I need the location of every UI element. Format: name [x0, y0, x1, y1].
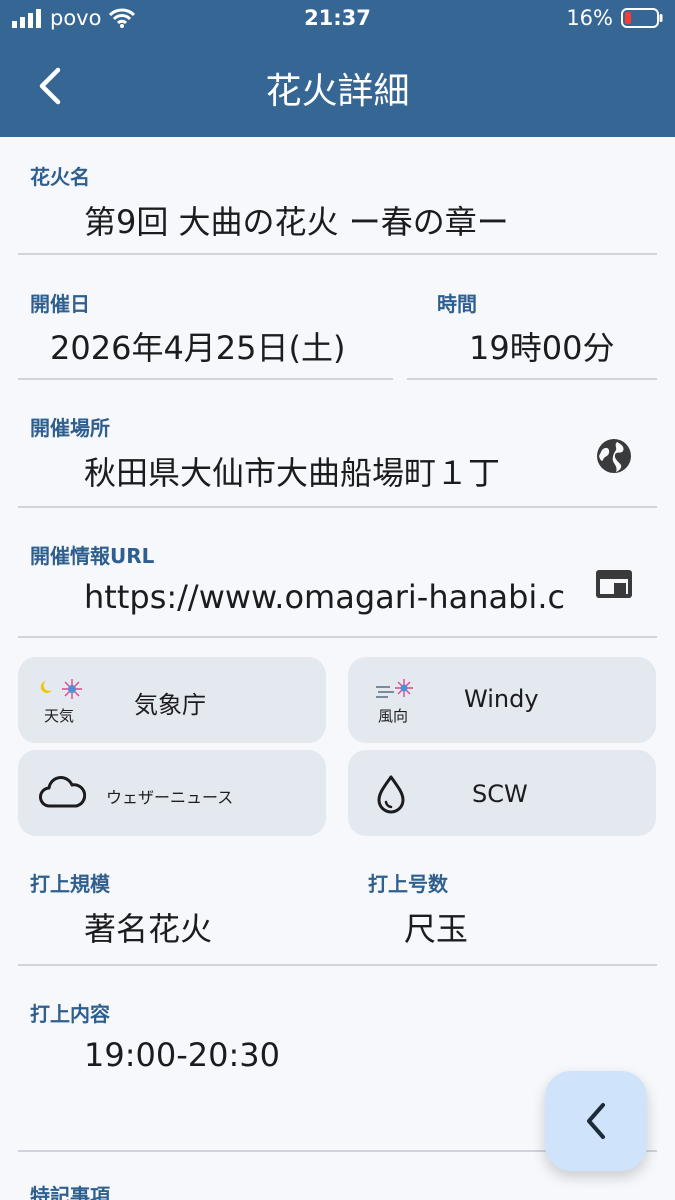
- app-header: povo 21:37 16% 花火詳細: [0, 0, 675, 137]
- field-value: 秋田県大仙市大曲船場町１丁: [84, 454, 501, 492]
- status-bar: povo 21:37 16%: [0, 0, 675, 38]
- divider: [18, 636, 657, 638]
- cloud-icon: [39, 776, 86, 808]
- chevron-left-icon: [587, 1103, 605, 1139]
- moon-fireworks-icon: [40, 679, 82, 699]
- weather-weathernews-button[interactable]: ウェザーニュース: [18, 750, 326, 836]
- tile-label: ウェザーニュース: [106, 788, 234, 807]
- battery-icon: [621, 8, 663, 28]
- tile-label: Windy: [464, 685, 539, 713]
- field-value: https://www.omagari-hanabi.com: [84, 578, 564, 616]
- water-drop-icon: [377, 775, 405, 814]
- field-value: 2026年4月25日(土): [50, 329, 346, 367]
- field-shell-size[interactable]: 打上号数 尺玉: [336, 850, 675, 966]
- field-venue[interactable]: 開催場所 秋田県大仙市大曲船場町１丁: [0, 380, 675, 508]
- status-right: 16%: [566, 6, 663, 30]
- floating-back-button[interactable]: [545, 1071, 647, 1171]
- globe-icon: [597, 439, 631, 473]
- field-label: 花火名: [30, 165, 90, 189]
- field-label: 時間: [437, 292, 477, 316]
- field-fireworks-name[interactable]: 花火名 第9回 大曲の花火 ー春の章ー: [0, 137, 675, 255]
- browser-window-icon: [596, 570, 632, 598]
- weather-scw-button[interactable]: SCW: [348, 750, 656, 836]
- tile-label: SCW: [472, 780, 528, 808]
- weather-windy-button[interactable]: 風向 Windy: [348, 657, 656, 743]
- field-value: 尺玉: [404, 910, 469, 948]
- field-label: 開催場所: [30, 416, 110, 440]
- field-scale[interactable]: 打上規模 著名花火: [0, 850, 330, 966]
- field-label: 打上規模: [30, 872, 110, 896]
- battery-percent: 16%: [566, 6, 613, 30]
- jma-icon-text: 天気: [44, 707, 75, 725]
- page-title: 花火詳細: [265, 71, 410, 112]
- tile-label: 気象庁: [134, 691, 206, 719]
- field-value: 第9回 大曲の花火 ー春の章ー: [84, 203, 509, 241]
- map-button[interactable]: [592, 434, 636, 478]
- open-browser-button[interactable]: [592, 562, 636, 606]
- field-value: 19:00-20:30: [84, 1036, 280, 1074]
- field-label: 開催情報URL: [30, 544, 155, 568]
- field-label: 打上号数: [368, 872, 448, 896]
- wind-fireworks-icon: [376, 679, 413, 698]
- field-value: 19時00分: [469, 329, 615, 367]
- field-label: 開催日: [30, 292, 90, 316]
- field-date[interactable]: 開催日 2026年4月25日(土): [0, 255, 395, 380]
- field-label: 打上内容: [30, 1002, 110, 1026]
- weather-jma-button[interactable]: 天気 気象庁: [18, 657, 326, 743]
- field-label: 特記事項: [30, 1184, 110, 1200]
- field-time[interactable]: 時間 19時00分: [405, 255, 675, 380]
- field-url[interactable]: 開催情報URL https://www.omagari-hanabi.com: [0, 508, 675, 638]
- field-value: 著名花火: [84, 910, 213, 948]
- windy-icon-text: 風向: [378, 707, 409, 725]
